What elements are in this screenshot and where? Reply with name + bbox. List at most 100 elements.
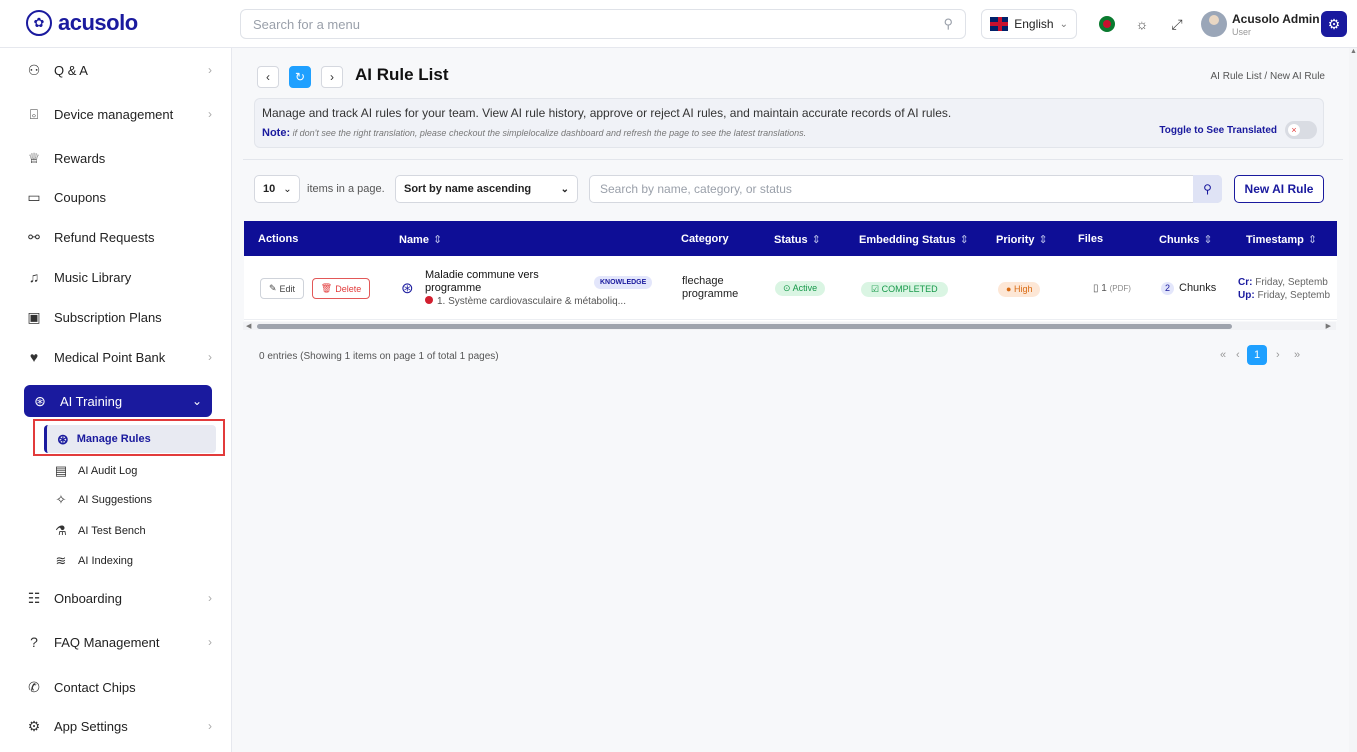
header-label: Name <box>399 234 429 246</box>
sidebar-item-refund-requests[interactable]: ⚯ Refund Requests <box>24 221 212 253</box>
sidebar-subitem-manage-rules[interactable]: ⊛ Manage Rules <box>44 425 216 453</box>
sidebar-item-music-library[interactable]: ♫ Music Library <box>24 261 212 293</box>
sort-icon: ⇕ <box>432 234 443 246</box>
horizontal-scrollbar[interactable]: ◀ ▶ <box>243 322 1336 330</box>
delete-button[interactable]: 🗑 Delete <box>312 278 370 299</box>
sidebar-item-label: Music Library <box>54 269 132 285</box>
sidebar-item-app-settings[interactable]: ⚙ App Settings › <box>24 710 212 742</box>
sort-select[interactable]: Sort by name ascending ⌄ <box>395 175 578 203</box>
chunks-count: 2 <box>1161 282 1174 295</box>
first-page-icon[interactable]: « <box>1220 349 1226 361</box>
flask-icon: ⚗ <box>55 523 67 538</box>
header-chunks[interactable]: Chunks ⇕ <box>1159 233 1213 246</box>
logo[interactable]: ✿ acusolo <box>26 10 138 36</box>
back-button[interactable]: ‹ <box>257 66 279 88</box>
layers-icon: ≋ <box>55 553 67 568</box>
page-size-select[interactable]: 10 ⌄ <box>254 175 300 203</box>
device-icon: ⌻ <box>29 105 39 122</box>
sort-icon: ⇕ <box>959 234 969 246</box>
header-embedding-status[interactable]: Embedding Status ⇕ <box>859 233 969 246</box>
page-title: AI Rule List <box>355 65 449 84</box>
sidebar-subitem-ai-audit-log[interactable]: ▤ AI Audit Log <box>52 458 137 484</box>
items-label: items in a page. <box>307 183 385 195</box>
translate-toggle[interactable] <box>1285 121 1317 139</box>
files-type: (PDF) <box>1109 284 1131 293</box>
scroll-left-icon[interactable]: ◀ <box>246 322 251 330</box>
rule-name[interactable]: Maladie commune vers programme <box>425 269 570 295</box>
sort-icon: ⇕ <box>1203 234 1213 246</box>
embedding-status-badge: ☑ COMPLETED <box>861 282 948 297</box>
sun-icon[interactable]: ☼ <box>1132 14 1152 34</box>
refund-icon: ⚯ <box>28 228 40 245</box>
files-cell[interactable]: ▯ 1 (PDF) <box>1093 283 1131 294</box>
chevron-right-icon: › <box>208 107 212 121</box>
sidebar-item-faq-management[interactable]: ? FAQ Management › <box>24 626 212 658</box>
portugal-flag-icon[interactable] <box>1097 14 1117 34</box>
breadcrumb[interactable]: AI Rule List / New AI Rule <box>1211 71 1326 82</box>
scrollbar-thumb[interactable] <box>257 324 1232 329</box>
header-status[interactable]: Status ⇕ <box>774 233 821 246</box>
table-search-input[interactable]: Search by name, category, or status <box>589 175 1222 203</box>
forward-button[interactable]: › <box>321 66 343 88</box>
status-badge: ⊙ Active <box>775 281 826 296</box>
sidebar-item-qa[interactable]: ⚇ Q & A › <box>24 54 212 86</box>
sidebar-item-ai-training[interactable]: ⊛ AI Training ⌄ <box>24 385 212 417</box>
sort-icon: ⇕ <box>1038 234 1048 246</box>
sidebar-subitem-ai-indexing[interactable]: ≋ AI Indexing <box>52 548 134 574</box>
header-timestamp[interactable]: Timestamp ⇕ <box>1246 233 1317 246</box>
subscription-icon: ▣ <box>27 308 41 325</box>
settings-gear-button[interactable]: ⚙ <box>1321 11 1347 37</box>
sidebar-subitem-label: Manage Rules <box>76 433 151 445</box>
log-icon: ▤ <box>54 463 68 478</box>
language-select[interactable]: English ⌄ <box>981 9 1077 39</box>
sidebar-item-label: Rewards <box>54 150 106 166</box>
chevron-down-icon: ⌄ <box>1059 18 1068 30</box>
sidebar-item-coupons[interactable]: ▭ Coupons <box>24 181 212 213</box>
sidebar-subitem-ai-suggestions[interactable]: ✧ AI Suggestions <box>52 487 152 513</box>
sidebar-item-contact-chips[interactable]: ✆ Contact Chips <box>24 671 212 703</box>
sidebar-item-subscription-plans[interactable]: ▣ Subscription Plans <box>24 301 212 333</box>
vertical-scrollbar[interactable]: ▲ <box>1349 48 1357 752</box>
user-name[interactable]: Acusolo Admin <box>1232 12 1320 26</box>
sidebar-item-device-management[interactable]: ⌻ Device management › <box>24 98 212 130</box>
category-cell: flechage programme <box>682 275 739 300</box>
header-name[interactable]: Name ⇕ <box>399 233 442 246</box>
new-ai-rule-button[interactable]: New AI Rule <box>1234 175 1324 203</box>
phone-icon: ✆ <box>28 678 40 695</box>
fullscreen-icon[interactable]: ⤢ <box>1167 14 1187 34</box>
chunks-label: Chunks <box>1179 282 1217 294</box>
sidebar-item-label: Onboarding <box>54 590 122 606</box>
header-files: Files <box>1078 233 1103 245</box>
refresh-button[interactable]: ↻ <box>289 66 311 88</box>
header-priority[interactable]: Priority ⇕ <box>996 233 1048 246</box>
header-label: Actions <box>258 233 299 245</box>
next-page-icon[interactable]: › <box>1276 349 1280 361</box>
page-button-current[interactable]: 1 <box>1247 345 1267 365</box>
red-dot-icon <box>425 296 433 304</box>
sidebar-subitem-ai-test-bench[interactable]: ⚗ AI Test Bench <box>52 518 146 544</box>
avatar[interactable] <box>1201 11 1227 37</box>
divider <box>243 159 1343 160</box>
sidebar-item-onboarding[interactable]: ☷ Onboarding › <box>24 582 212 614</box>
menu-search-input[interactable]: Search for a menu ⚲ <box>240 9 966 39</box>
sidebar-item-medical-point-bank[interactable]: ♥ Medical Point Bank › <box>24 341 212 373</box>
sidebar-item-label: Refund Requests <box>54 229 155 245</box>
info-note: Note: if don't see the right translation… <box>262 127 806 139</box>
sidebar-item-label: Subscription Plans <box>54 309 162 325</box>
header-label: Files <box>1078 233 1104 245</box>
search-button[interactable]: ⚲ <box>1193 175 1222 203</box>
chevron-down-icon: ⌄ <box>560 183 569 195</box>
sidebar-item-rewards[interactable]: ♕ Rewards <box>24 142 212 174</box>
info-text: Manage and track AI rules for your team.… <box>262 106 952 120</box>
scroll-right-icon[interactable]: ▶ <box>1326 322 1331 330</box>
sidebar-item-label: Contact Chips <box>54 679 136 695</box>
last-page-icon[interactable]: » <box>1294 349 1300 361</box>
prev-page-icon[interactable]: ‹ <box>1236 349 1240 361</box>
brain-icon: ⊛ <box>401 280 414 297</box>
sliders-icon: ☷ <box>27 589 41 606</box>
edit-button[interactable]: ✎ Edit <box>260 278 304 299</box>
scroll-up-icon[interactable]: ▲ <box>1350 48 1357 55</box>
chevron-right-icon: › <box>208 350 212 364</box>
pagination: « ‹ 1 › » <box>1220 345 1330 367</box>
search-icon: ⚲ <box>943 16 953 31</box>
